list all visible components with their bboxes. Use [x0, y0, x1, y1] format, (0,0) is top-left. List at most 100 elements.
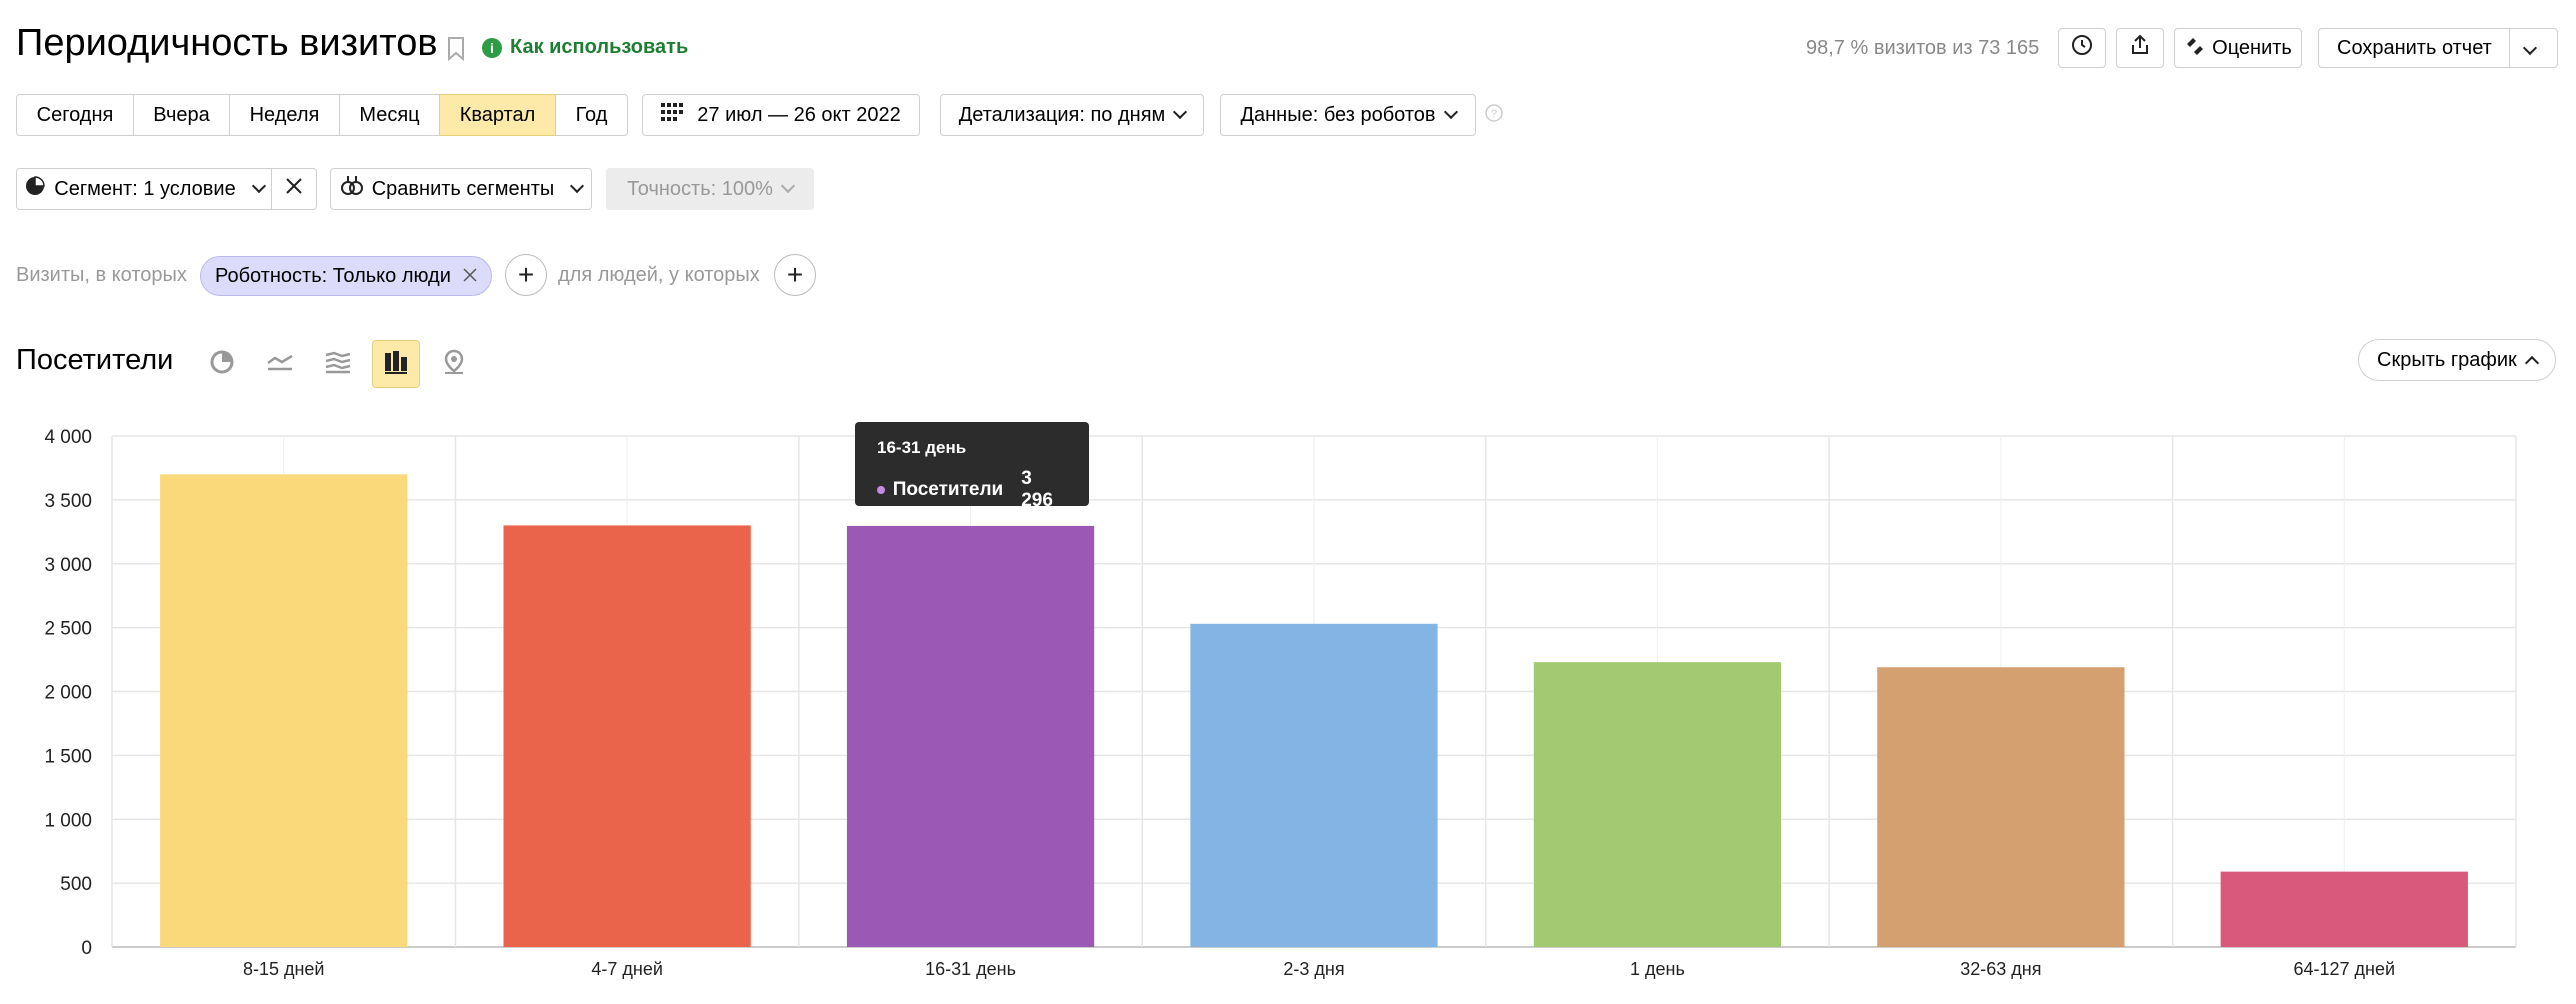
visits-filter-label: Визиты, в которых [16, 264, 187, 286]
tooltip-marker [877, 486, 885, 494]
period-yesterday[interactable]: Вчера [134, 94, 230, 136]
pie-chart-icon [209, 349, 235, 380]
hide-chart-label: Скрыть график [2377, 348, 2517, 371]
tooltip-value: 3 296 [1021, 468, 1053, 511]
map-pin-icon [441, 349, 467, 380]
help-icon[interactable]: ? [1484, 103, 1504, 128]
clear-segment-button[interactable] [271, 168, 317, 210]
chevron-down-icon [780, 178, 795, 194]
section-title: Посетители [16, 344, 174, 376]
bookmark-icon[interactable] [446, 36, 466, 67]
y-tick-label: 1 500 [44, 746, 92, 767]
pie-icon [24, 175, 46, 203]
period-year[interactable]: Год [556, 94, 628, 136]
calendar-icon [661, 103, 684, 127]
chevron-down-icon [251, 178, 266, 194]
chevron-down-icon[interactable] [2522, 40, 2538, 56]
area-chart-type-button[interactable] [314, 340, 362, 388]
rate-icon [2184, 34, 2206, 62]
pie-chart-type-button[interactable] [198, 340, 246, 388]
date-range-button[interactable]: 27 июл — 26 окт 2022 [642, 94, 920, 136]
period-month[interactable]: Месяц [340, 94, 440, 136]
chart-bar [503, 525, 751, 947]
bar-chart-type-button[interactable] [372, 340, 420, 388]
y-tick-label: 3 500 [44, 491, 92, 512]
chevron-down-icon [1173, 104, 1188, 120]
chart-bar [1533, 662, 1782, 947]
tooltip-category: 16-31 день [877, 438, 967, 457]
accuracy-dropdown[interactable]: Точность: 100% [606, 168, 814, 210]
x-tick-label: 8-15 дней [243, 959, 325, 979]
people-filter-label: для людей, у которых [558, 264, 760, 286]
y-tick-label: 3 000 [44, 555, 92, 576]
x-tick-label: 16-31 день [925, 959, 1016, 979]
page-title: Периодичность визитов [16, 22, 438, 64]
bar-chart: 0 500 1 000 1 500 2 000 2 500 3 000 3 500 4 000 8… [44, 427, 2517, 979]
y-tick-label: 1 000 [44, 810, 92, 831]
x-tick-label: 1 день [1630, 959, 1685, 979]
history-button[interactable] [2058, 28, 2106, 68]
chart-tooltip: 16-31 день Посетители 3 296 [855, 422, 1089, 511]
close-icon[interactable] [463, 265, 477, 288]
chart-bar [1190, 623, 1438, 947]
x-tick-label: 32-63 дня [1960, 959, 2041, 979]
divider [2509, 29, 2510, 67]
close-icon [285, 177, 303, 201]
chart-bar [846, 525, 1095, 947]
chevron-down-icon [1443, 104, 1458, 120]
how-to-use-link[interactable]: i Как использовать [482, 36, 688, 59]
data-filter-dropdown[interactable]: Данные: без роботов [1220, 94, 1476, 136]
info-icon: i [482, 37, 502, 58]
detail-dropdown[interactable]: Детализация: по дням [940, 94, 1204, 136]
period-selector: Сегодня Вчера Неделя Месяц Квартал Год [16, 94, 628, 136]
chart-bar [160, 474, 408, 947]
svg-text:?: ? [1491, 108, 1497, 120]
plus-icon: + [786, 259, 804, 290]
chart-bar [2220, 871, 2468, 947]
date-range-label: 27 июл — 26 окт 2022 [697, 103, 901, 126]
export-button[interactable] [2116, 28, 2164, 68]
visits-info: 98,7 % визитов из 73 165 [1806, 37, 2040, 59]
segment-label: Сегмент: 1 условие [54, 177, 236, 200]
y-tick-label: 2 500 [44, 619, 92, 640]
period-quarter[interactable]: Квартал [440, 94, 556, 136]
period-week[interactable]: Неделя [230, 94, 340, 136]
chart-bar [1877, 667, 2125, 947]
compare-label: Сравнить сегменты [371, 177, 555, 200]
save-report-button[interactable]: Сохранить отчет [2318, 28, 2558, 68]
chevron-down-icon [570, 178, 585, 194]
detail-label: Детализация: по дням [958, 103, 1166, 126]
map-chart-type-button[interactable] [430, 340, 478, 388]
area-chart-icon [324, 349, 352, 380]
y-tick-label: 2 000 [44, 683, 92, 704]
data-filter-label: Данные: без роботов [1240, 103, 1436, 126]
y-tick-label: 4 000 [44, 427, 92, 448]
hide-chart-button[interactable]: Скрыть график [2358, 339, 2556, 381]
add-visits-filter-button[interactable]: + [505, 254, 547, 296]
rate-button[interactable]: Оценить [2174, 28, 2302, 68]
add-people-filter-button[interactable]: + [774, 254, 816, 296]
tooltip-series: Посетители [892, 479, 1004, 500]
robots-filter-label: Роботность: Только люди [215, 264, 451, 287]
share-icon [2128, 33, 2152, 63]
compare-icon [340, 175, 364, 203]
line-chart-icon [266, 349, 294, 380]
clock-icon [2070, 33, 2094, 63]
x-tick-label: 64-127 дней [2294, 959, 2396, 979]
rate-label: Оценить [2212, 36, 2292, 59]
how-to-use-label: Как использовать [510, 36, 689, 58]
plus-icon: + [517, 259, 535, 290]
line-chart-type-button[interactable] [256, 340, 304, 388]
chevron-up-icon [2524, 355, 2539, 371]
y-tick-label: 0 [81, 938, 92, 959]
accuracy-label: Точность: 100% [627, 177, 773, 200]
y-tick-label: 500 [60, 874, 92, 895]
robots-filter-chip[interactable]: Роботность: Только люди [200, 256, 492, 296]
x-tick-label: 4-7 дней [591, 959, 663, 979]
segment-dropdown[interactable]: Сегмент: 1 условие [16, 168, 272, 210]
save-report-label: Сохранить отчет [2337, 36, 2492, 59]
period-today[interactable]: Сегодня [16, 94, 134, 136]
compare-segments-button[interactable]: Сравнить сегменты [330, 168, 592, 210]
x-tick-label: 2-3 дня [1283, 959, 1344, 979]
bar-chart-icon [383, 349, 409, 380]
